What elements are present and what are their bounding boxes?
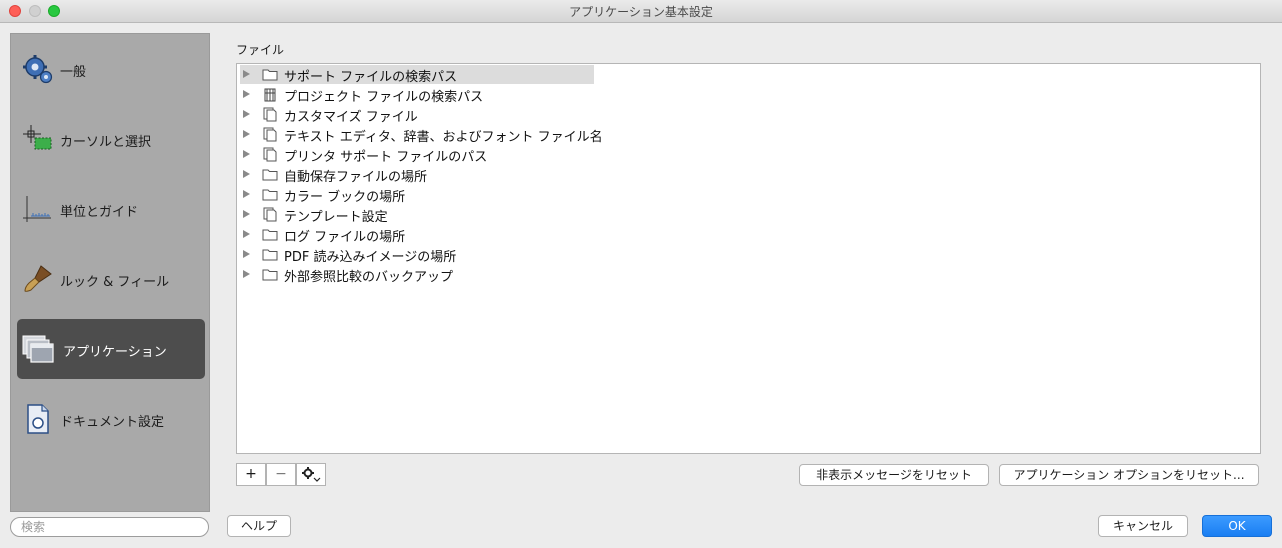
disclosure-triangle-icon[interactable]	[243, 130, 250, 138]
folder-icon	[262, 189, 278, 201]
tree-row[interactable]: サポート ファイルの検索パス	[240, 65, 594, 85]
section-label: ファイル	[236, 43, 285, 57]
tree-row[interactable]: プリンタ サポート ファイルのパス	[240, 145, 594, 165]
sidebar-item-label: アプリケーション	[63, 345, 167, 360]
reset-hidden-messages-button[interactable]: 非表示メッセージをリセット	[799, 464, 989, 486]
file-icon	[263, 127, 277, 142]
disclosure-triangle-icon[interactable]	[243, 110, 250, 118]
sidebar-item-application[interactable]: アプリケーション	[17, 319, 205, 379]
tree-row[interactable]: 外部参照比較のバックアップ	[240, 265, 594, 285]
sidebar-item-cursor-selection[interactable]: カーソルと選択	[17, 109, 205, 169]
brush-icon	[24, 265, 52, 292]
folder-icon	[262, 169, 278, 181]
sidebar-item-document-settings[interactable]: ドキュメント設定	[17, 389, 205, 449]
file-icon	[263, 147, 277, 162]
sidebar: 一般 カーソルと選択 単位とガイド ルック & フィール アプリケーション ドキ…	[10, 33, 210, 512]
tree-row[interactable]: PDF 読み込みイメージの場所	[240, 245, 594, 265]
remove-button[interactable]: −	[266, 463, 296, 486]
sidebar-item-general[interactable]: 一般	[17, 39, 205, 99]
sidebar-item-label: ルック & フィール	[60, 275, 170, 290]
tree-row[interactable]: プロジェクト ファイルの検索パス	[240, 85, 594, 105]
add-button[interactable]: +	[236, 463, 266, 486]
tree-row[interactable]: テンプレート設定	[240, 205, 594, 225]
ok-button[interactable]: OK	[1202, 515, 1272, 537]
disclosure-triangle-icon[interactable]	[243, 190, 250, 198]
search-field[interactable]: 検索	[10, 517, 209, 537]
disclosure-triangle-icon[interactable]	[243, 230, 250, 238]
disclosure-triangle-icon[interactable]	[243, 210, 250, 218]
disclosure-triangle-icon[interactable]	[243, 170, 250, 178]
tree-row-label: テンプレート設定	[284, 210, 388, 225]
disclosure-triangle-icon[interactable]	[243, 250, 250, 258]
sidebar-item-label: 単位とガイド	[60, 205, 139, 220]
tree-row-label: プロジェクト ファイルの検索パス	[284, 90, 484, 105]
file-icon	[263, 107, 277, 122]
sidebar-item-label: カーソルと選択	[60, 135, 152, 150]
sidebar-item-label: 一般	[60, 65, 87, 80]
disclosure-triangle-icon[interactable]	[243, 90, 250, 98]
ruler-guide-icon	[23, 196, 51, 222]
folder-icon	[262, 229, 278, 241]
tree-row-label: プリンタ サポート ファイルのパス	[284, 150, 488, 165]
disclosure-triangle-icon[interactable]	[243, 70, 250, 78]
tree-row[interactable]: ログ ファイルの場所	[240, 225, 594, 245]
title-bar: アプリケーション基本設定	[0, 0, 1282, 23]
gear-menu-button[interactable]	[296, 463, 326, 486]
tree-row-label: ログ ファイルの場所	[284, 230, 406, 245]
folder-icon	[262, 249, 278, 261]
gear-chevron-icon	[302, 467, 321, 482]
document-icon	[27, 404, 49, 434]
tree-row[interactable]: カスタマイズ ファイル	[240, 105, 594, 125]
disclosure-triangle-icon[interactable]	[243, 270, 250, 278]
windows-icon	[22, 335, 54, 363]
files-tree[interactable]: サポート ファイルの検索パス プロジェクト ファイルの検索パス カスタマイズ フ…	[236, 63, 1261, 454]
gear-icon	[23, 55, 53, 84]
cancel-button[interactable]: キャンセル	[1098, 515, 1188, 537]
tree-row-label: 外部参照比較のバックアップ	[284, 270, 454, 285]
tree-row-label: PDF 読み込みイメージの場所	[284, 250, 457, 265]
tree-row-label: 自動保存ファイルの場所	[284, 170, 428, 185]
tree-row-label: サポート ファイルの検索パス	[284, 70, 458, 85]
project-icon	[264, 88, 276, 102]
tree-row[interactable]: カラー ブックの場所	[240, 185, 594, 205]
sidebar-item-label: ドキュメント設定	[60, 415, 165, 430]
file-icon	[263, 207, 277, 222]
cursor-selection-icon	[23, 125, 52, 150]
tree-row[interactable]: 自動保存ファイルの場所	[240, 165, 594, 185]
tree-row-label: カラー ブックの場所	[284, 190, 406, 205]
folder-icon	[262, 69, 278, 81]
disclosure-triangle-icon[interactable]	[243, 150, 250, 158]
folder-icon	[262, 269, 278, 281]
tree-row-label: テキスト エディタ、辞書、およびフォント ファイル名	[284, 130, 603, 145]
help-button[interactable]: ヘルプ	[227, 515, 291, 537]
window-title: アプリケーション基本設定	[569, 5, 713, 19]
tree-row[interactable]: テキスト エディタ、辞書、およびフォント ファイル名	[240, 125, 603, 145]
tree-row-label: カスタマイズ ファイル	[284, 110, 418, 125]
sidebar-item-look-feel[interactable]: ルック & フィール	[17, 249, 205, 309]
reset-application-options-button[interactable]: アプリケーション オプションをリセット...	[999, 464, 1259, 486]
sidebar-item-units-guides[interactable]: 単位とガイド	[17, 179, 205, 239]
